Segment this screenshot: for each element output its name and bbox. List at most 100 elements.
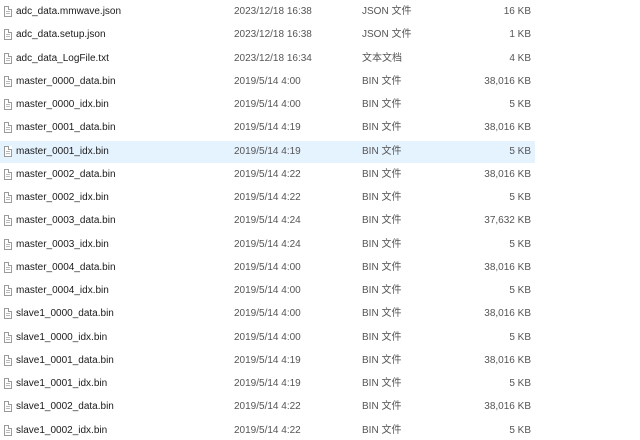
- file-row[interactable]: master_0000_data.bin 2019/5/14 4:00 BIN 文件…: [0, 71, 535, 93]
- file-name: master_0001_idx.bin: [16, 145, 109, 157]
- file-modified-date: 2019/5/14 4:00: [234, 285, 301, 296]
- file-name: master_0001_data.bin: [16, 122, 116, 134]
- file-icon: [4, 331, 12, 343]
- file-icon-cell: [4, 48, 14, 70]
- file-row[interactable]: adc_data_LogFile.txt 2023/12/18 16:34 文本文档…: [0, 48, 535, 70]
- file-modified-date: 2019/5/14 4:22: [234, 424, 301, 436]
- file-type: BIN 文件: [362, 145, 402, 157]
- file-icon-cell: [4, 350, 14, 372]
- file-size: 38,016 KB: [484, 122, 531, 134]
- file-modified-date: 2019/5/14 4:22: [234, 168, 301, 180]
- file-modified-date: 2019/5/14 4:22: [234, 401, 301, 413]
- file-type: BIN 文件: [362, 99, 402, 110]
- file-row[interactable]: master_0003_data.bin 2019/5/14 4:24 BIN 文件…: [0, 210, 535, 232]
- file-icon: [4, 401, 12, 413]
- file-row[interactable]: master_0004_data.bin 2019/5/14 4:00 BIN 文件…: [0, 257, 535, 279]
- file-row[interactable]: adc_data.setup.json 2023/12/18 16:38 JSON …: [0, 24, 535, 46]
- file-icon-cell: [4, 327, 14, 349]
- file-name: master_0003_data.bin: [16, 215, 116, 227]
- file-name: slave1_0001_idx.bin: [16, 378, 108, 389]
- file-modified-date: 2019/5/14 4:19: [234, 354, 301, 366]
- file-name: slave1_0000_idx.bin: [16, 331, 108, 343]
- file-row[interactable]: master_0000_idx.bin 2019/5/14 4:00 BIN 文件 5…: [0, 94, 535, 116]
- file-row[interactable]: slave1_0000_data.bin 2019/5/14 4:00 BIN 文件…: [0, 303, 535, 325]
- file-size: 5 KB: [509, 192, 531, 203]
- file-icon-cell: [4, 280, 14, 302]
- file-size: 38,016 KB: [484, 261, 531, 273]
- file-row[interactable]: master_0004_idx.bin 2019/5/14 4:00 BIN 文件 5…: [0, 280, 535, 302]
- file-icon: [4, 378, 12, 389]
- file-icon: [4, 192, 12, 203]
- file-icon: [4, 122, 12, 134]
- file-icon: [4, 215, 12, 227]
- file-icon-cell: [4, 141, 14, 163]
- file-type: BIN 文件: [362, 192, 402, 203]
- file-type: BIN 文件: [362, 122, 402, 134]
- file-modified-date: 2023/12/18 16:38: [234, 29, 312, 41]
- file-row[interactable]: master_0001_idx.bin 2019/5/14 4:19 BIN 文件 5…: [0, 140, 535, 163]
- file-row[interactable]: adc_data.mmwave.json 2023/12/18 16:38 JSON…: [0, 1, 535, 23]
- file-icon: [4, 52, 12, 64]
- file-type: JSON 文件: [362, 6, 412, 17]
- file-row[interactable]: master_0002_data.bin 2019/5/14 4:22 BIN 文件…: [0, 164, 535, 186]
- file-modified-date: 2019/5/14 4:00: [234, 261, 301, 273]
- file-type: JSON 文件: [362, 29, 412, 41]
- file-type: BIN 文件: [362, 331, 402, 343]
- file-icon-cell: [4, 94, 14, 116]
- file-icon-cell: [4, 24, 14, 46]
- file-icon-cell: [4, 420, 14, 440]
- file-modified-date: 2019/5/14 4:19: [234, 145, 301, 157]
- file-row[interactable]: slave1_0001_data.bin 2019/5/14 4:19 BIN 文件…: [0, 350, 535, 372]
- file-modified-date: 2023/12/18 16:38: [234, 6, 312, 17]
- file-row[interactable]: slave1_0001_idx.bin 2019/5/14 4:19 BIN 文件 5…: [0, 373, 535, 395]
- file-type: BIN 文件: [362, 285, 402, 296]
- file-modified-date: 2019/5/14 4:19: [234, 378, 301, 389]
- file-type: BIN 文件: [362, 168, 402, 180]
- file-size: 16 KB: [503, 6, 531, 17]
- file-row[interactable]: master_0003_idx.bin 2019/5/14 4:24 BIN 文件 5…: [0, 234, 535, 256]
- file-icon-cell: [4, 164, 14, 186]
- file-size: 5 KB: [509, 331, 531, 343]
- file-type: BIN 文件: [362, 401, 402, 413]
- file-row[interactable]: slave1_0002_data.bin 2019/5/14 4:22 BIN 文件…: [0, 396, 535, 418]
- file-icon: [4, 261, 12, 273]
- file-size: 38,016 KB: [484, 401, 531, 413]
- file-row[interactable]: master_0002_idx.bin 2019/5/14 4:22 BIN 文件 5…: [0, 187, 535, 209]
- file-icon: [4, 168, 12, 180]
- file-size: 5 KB: [509, 99, 531, 110]
- file-type: BIN 文件: [362, 354, 402, 366]
- file-row[interactable]: slave1_0002_idx.bin 2019/5/14 4:22 BIN 文件 5…: [0, 420, 535, 440]
- file-size: 4 KB: [509, 52, 531, 64]
- file-size: 38,016 KB: [484, 354, 531, 366]
- file-size: 38,016 KB: [484, 308, 531, 320]
- file-icon-cell: [4, 1, 14, 23]
- file-modified-date: 2019/5/14 4:24: [234, 215, 301, 227]
- file-row[interactable]: master_0001_data.bin 2019/5/14 4:19 BIN 文件…: [0, 117, 535, 139]
- file-icon-cell: [4, 396, 14, 418]
- file-name: master_0000_data.bin: [16, 75, 116, 87]
- file-name: master_0002_idx.bin: [16, 192, 109, 203]
- file-modified-date: 2023/12/18 16:34: [234, 52, 312, 64]
- file-size: 5 KB: [509, 285, 531, 296]
- file-list: adc_data.mmwave.json 2023/12/18 16:38 JSON…: [0, 0, 640, 440]
- file-name: master_0004_data.bin: [16, 261, 116, 273]
- file-icon: [4, 75, 12, 87]
- file-modified-date: 2019/5/14 4:19: [234, 122, 301, 134]
- file-icon-cell: [4, 117, 14, 139]
- file-type: BIN 文件: [362, 424, 402, 436]
- file-icon: [4, 285, 12, 296]
- file-size: 37,632 KB: [484, 215, 531, 227]
- file-icon-cell: [4, 303, 14, 325]
- file-name: adc_data.setup.json: [16, 29, 106, 41]
- file-icon-cell: [4, 257, 14, 279]
- file-type: BIN 文件: [362, 308, 402, 320]
- file-row[interactable]: slave1_0000_idx.bin 2019/5/14 4:00 BIN 文件 5…: [0, 327, 535, 349]
- file-type: 文本文档: [362, 52, 402, 64]
- file-modified-date: 2019/5/14 4:00: [234, 99, 301, 110]
- file-type: BIN 文件: [362, 261, 402, 273]
- file-modified-date: 2019/5/14 4:00: [234, 75, 301, 87]
- file-icon: [4, 424, 12, 436]
- file-name: slave1_0002_data.bin: [16, 401, 114, 413]
- file-icon: [4, 6, 12, 17]
- file-type: BIN 文件: [362, 238, 402, 250]
